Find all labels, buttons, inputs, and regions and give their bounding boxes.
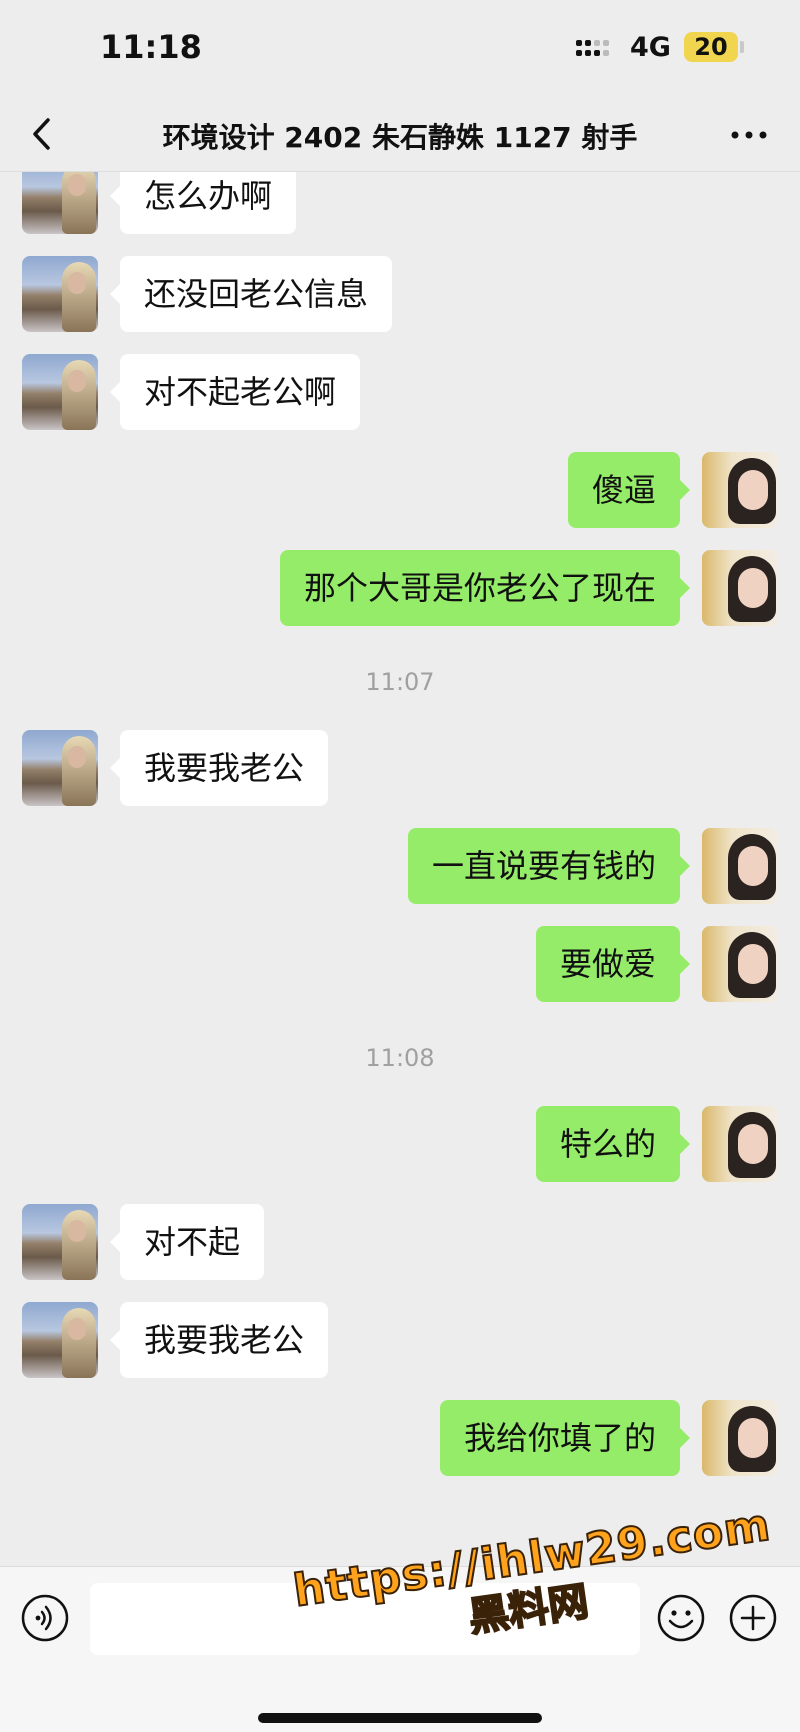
my-avatar[interactable] — [702, 828, 778, 904]
contact-avatar[interactable] — [22, 730, 98, 806]
avatar-face — [68, 370, 86, 392]
home-indicator — [258, 1713, 542, 1723]
message-row-outgoing: 那个大哥是你老公了现在 — [0, 550, 800, 626]
message-bubble[interactable]: 我要我老公 — [109, 730, 329, 806]
message-bubble[interactable]: 怎么办啊 — [109, 172, 297, 234]
voice-icon[interactable] — [20, 1593, 70, 1643]
message-bubble[interactable]: 一直说要有钱的 — [407, 828, 691, 904]
message-bubble[interactable]: 那个大哥是你老公了现在 — [279, 550, 691, 626]
avatar-face — [68, 272, 86, 294]
message-row-outgoing: 一直说要有钱的 — [0, 828, 800, 904]
message-input[interactable] — [90, 1583, 640, 1655]
message-bubble[interactable]: 对不起老公啊 — [109, 354, 361, 430]
message-row-outgoing: 我给你填了的 — [0, 1400, 800, 1476]
message-bubble[interactable]: 傻逼 — [567, 452, 691, 528]
avatar-face — [738, 470, 768, 510]
contact-avatar[interactable] — [22, 172, 98, 234]
message-bubble[interactable]: 还没回老公信息 — [109, 256, 393, 332]
message-row-outgoing: 要做爱 — [0, 926, 800, 1002]
message-row-outgoing: 特么的 — [0, 1106, 800, 1182]
message-row-outgoing: 傻逼 — [0, 452, 800, 528]
avatar-face — [738, 568, 768, 608]
avatar-face — [68, 1220, 86, 1242]
message-row-incoming: 对不起 — [0, 1204, 800, 1280]
contact-avatar[interactable] — [22, 354, 98, 430]
contact-avatar[interactable] — [22, 1302, 98, 1378]
chat-area[interactable]: 怎么办啊还没回老公信息 对不起老公啊傻逼那个大哥是你老公了现在 11:07 我要我老公… — [0, 172, 800, 1566]
status-time: 11:18 — [100, 28, 202, 66]
chat-title: 环境设计 2402 朱石静姝 1127 射手 — [162, 121, 638, 154]
message-row-incoming: 对不起老公啊 — [0, 354, 800, 430]
avatar-face — [68, 746, 86, 768]
avatar-face — [738, 846, 768, 886]
message-row-incoming: 我要我老公 — [0, 1302, 800, 1378]
battery-icon: 20 — [684, 32, 738, 62]
message-row-incoming: 我要我老公 — [0, 730, 800, 806]
avatar-face — [68, 174, 86, 196]
chevron-left-icon[interactable] — [24, 114, 64, 154]
timestamp: 11:08 — [365, 1044, 435, 1072]
contact-avatar[interactable] — [22, 1204, 98, 1280]
network-label: 4G — [630, 32, 671, 63]
my-avatar[interactable] — [702, 926, 778, 1002]
signal-icon — [576, 38, 616, 62]
my-avatar[interactable] — [702, 550, 778, 626]
battery-tip — [740, 41, 744, 53]
avatar-face — [738, 1124, 768, 1164]
message-bubble[interactable]: 我给你填了的 — [439, 1400, 691, 1476]
plus-icon[interactable] — [728, 1593, 778, 1643]
avatar-face — [68, 1318, 86, 1340]
emoji-icon[interactable] — [656, 1593, 706, 1643]
message-bubble[interactable]: 特么的 — [535, 1106, 691, 1182]
message-row-incoming: 怎么办啊 — [0, 172, 800, 234]
my-avatar[interactable] — [702, 452, 778, 528]
avatar-face — [738, 1418, 768, 1458]
more-horizontal-icon[interactable] — [724, 118, 774, 152]
avatar-face — [738, 944, 768, 984]
timestamp: 11:07 — [365, 668, 435, 696]
message-row-incoming: 还没回老公信息 — [0, 256, 800, 332]
input-bar — [0, 1566, 800, 1732]
message-bubble[interactable]: 对不起 — [109, 1204, 265, 1280]
my-avatar[interactable] — [702, 1400, 778, 1476]
nav-bar: 环境设计 2402 朱石静姝 1127 射手 — [0, 96, 800, 172]
my-avatar[interactable] — [702, 1106, 778, 1182]
message-bubble[interactable]: 要做爱 — [535, 926, 691, 1002]
message-bubble[interactable]: 我要我老公 — [109, 1302, 329, 1378]
status-bar: 11:18 4G 20 — [0, 0, 800, 96]
contact-avatar[interactable] — [22, 256, 98, 332]
